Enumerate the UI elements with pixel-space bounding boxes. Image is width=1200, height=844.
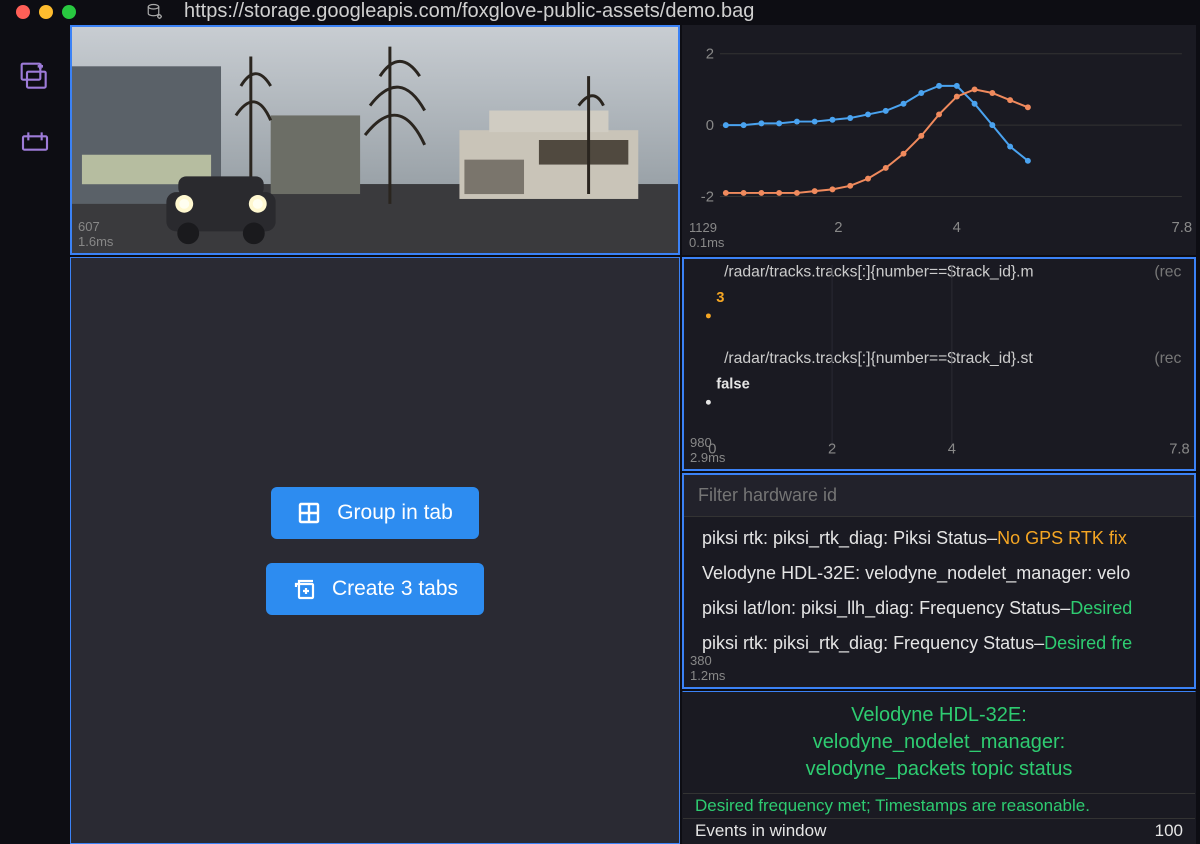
panel-metric: 607 1.6ms	[78, 219, 113, 249]
image-panel[interactable]: 607 1.6ms	[70, 25, 680, 255]
detail-subtitle: Desired frequency met; Timestamps are re…	[683, 793, 1195, 818]
plot-panel-1[interactable]: 2 0 -2 2 4 7.8 1129 0.1ms	[682, 25, 1196, 255]
create-tabs-button[interactable]: Create 3 tabs	[266, 563, 484, 615]
svg-text:(rec: (rec	[1154, 264, 1181, 281]
data-source-url: https://storage.googleapis.com/foxglove-…	[184, 0, 754, 23]
panel-metric: 980 2.9ms	[690, 435, 725, 465]
group-in-tab-button[interactable]: Group in tab	[271, 487, 479, 539]
variables-icon[interactable]	[19, 127, 51, 159]
plot-panel-2[interactable]: /radar/tracks.tracks[:]{number==$track_i…	[682, 257, 1196, 471]
detail-row: Events in window 100	[683, 818, 1195, 843]
button-label: Group in tab	[337, 501, 453, 525]
close-icon[interactable]	[16, 5, 30, 19]
button-label: Create 3 tabs	[332, 577, 458, 601]
svg-text:0: 0	[706, 118, 714, 134]
svg-text:2: 2	[834, 220, 842, 236]
svg-text:7.8: 7.8	[1169, 441, 1189, 457]
database-icon	[146, 3, 164, 21]
titlebar: https://storage.googleapis.com/foxglove-…	[0, 0, 1200, 23]
svg-text:/radar/tracks.tracks[:]{number: /radar/tracks.tracks[:]{number==$track_i…	[724, 264, 1034, 281]
maximize-icon[interactable]	[62, 5, 76, 19]
svg-text:2: 2	[828, 441, 836, 457]
minimize-icon[interactable]	[39, 5, 53, 19]
svg-text:2: 2	[706, 47, 714, 63]
svg-text:/radar/tracks.tracks[:]{number: /radar/tracks.tracks[:]{number==$track_i…	[724, 350, 1033, 367]
svg-text:-2: -2	[701, 189, 714, 205]
filter-input[interactable]	[684, 475, 1194, 517]
svg-text:4: 4	[948, 441, 956, 457]
detail-row-label: Events in window	[695, 821, 826, 841]
svg-text:7.8: 7.8	[1172, 220, 1193, 236]
svg-text:3: 3	[716, 290, 724, 306]
diagnostic-row[interactable]: piksi rtk: piksi_rtk_diag: Piksi Status–…	[684, 521, 1194, 556]
svg-text:(rec: (rec	[1154, 350, 1181, 367]
panel-metric: 1129 0.1ms	[689, 220, 724, 250]
diagnostic-row[interactable]: piksi rtk: piksi_rtk_diag: Frequency Sta…	[684, 626, 1194, 661]
diagnostics-list: piksi rtk: piksi_rtk_diag: Piksi Status–…	[684, 517, 1194, 665]
svg-text:false: false	[716, 377, 750, 393]
sidebar	[0, 23, 70, 844]
detail-title: Velodyne HDL-32E:velodyne_nodelet_manage…	[683, 692, 1195, 793]
diagnostics-panel[interactable]: piksi rtk: piksi_rtk_diag: Piksi Status–…	[682, 473, 1196, 689]
detail-row-value: 100	[1155, 821, 1183, 841]
diagnostic-row[interactable]: Velodyne HDL-32E: velodyne_nodelet_manag…	[684, 556, 1194, 591]
add-panel-icon[interactable]	[19, 61, 51, 93]
diagnostic-detail-panel[interactable]: Velodyne HDL-32E:velodyne_nodelet_manage…	[682, 691, 1196, 844]
drop-target-panel[interactable]: Group in tab Create 3 tabs	[70, 257, 680, 844]
svg-text:4: 4	[953, 220, 961, 236]
window-controls	[16, 5, 76, 19]
panel-metric: 380 1.2ms	[690, 653, 725, 683]
diagnostic-row[interactable]: piksi lat/lon: piksi_llh_diag: Frequency…	[684, 591, 1194, 626]
